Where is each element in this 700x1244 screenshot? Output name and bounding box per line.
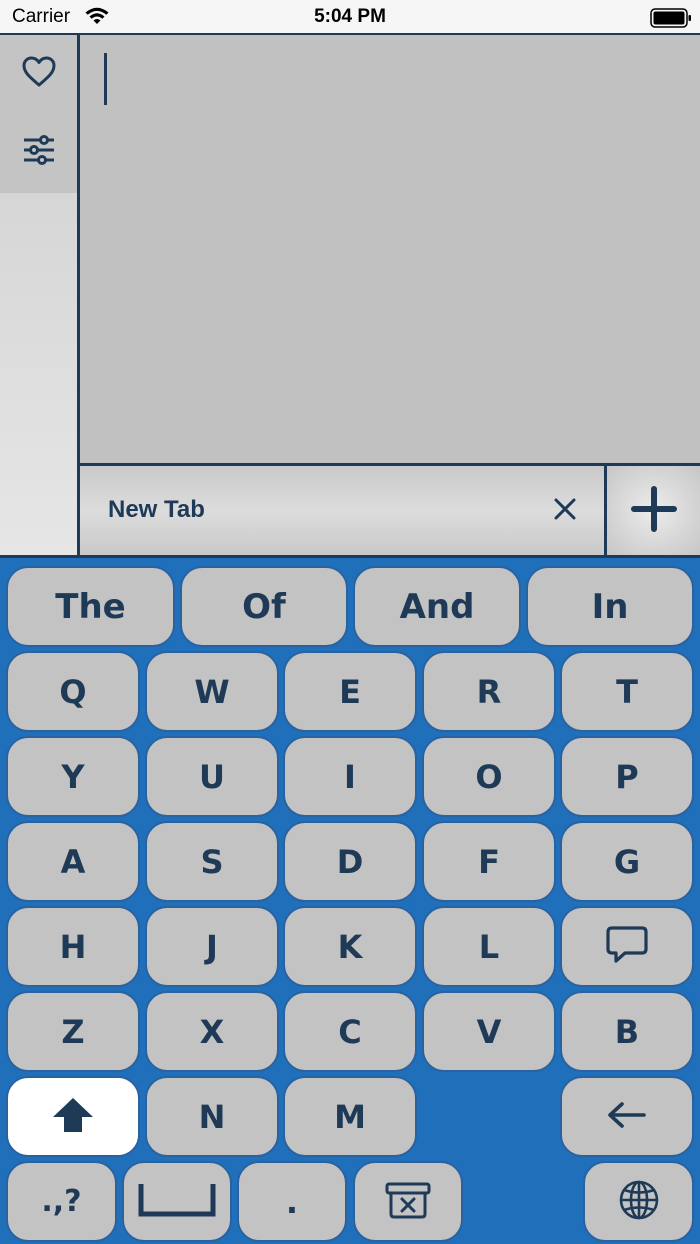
heart-icon <box>22 56 56 92</box>
status-bar: Carrier 5:04 PM <box>0 0 700 35</box>
key-r[interactable]: R <box>422 651 556 732</box>
sidebar <box>0 35 80 555</box>
key-i[interactable]: I <box>283 736 417 817</box>
key-l[interactable]: L <box>422 906 556 987</box>
key-y[interactable]: Y <box>6 736 140 817</box>
key-d[interactable]: D <box>283 821 417 902</box>
key-s[interactable]: S <box>145 821 279 902</box>
key-x[interactable]: X <box>145 991 279 1072</box>
globe-icon <box>618 1179 660 1225</box>
speak-button[interactable] <box>560 906 694 987</box>
key-n[interactable]: N <box>145 1076 279 1157</box>
key-e[interactable]: E <box>283 651 417 732</box>
key-v[interactable]: V <box>422 991 556 1072</box>
backspace-button[interactable] <box>560 1076 694 1157</box>
key-a[interactable]: A <box>6 821 140 902</box>
period-button[interactable]: . <box>237 1161 347 1242</box>
tab-label: New Tab <box>108 496 205 523</box>
space-bar-icon <box>138 1180 216 1224</box>
plus-icon <box>630 485 677 536</box>
clear-button[interactable] <box>353 1161 463 1242</box>
key-u[interactable]: U <box>145 736 279 817</box>
key-z[interactable]: Z <box>6 991 140 1072</box>
tab-new-tab[interactable]: New Tab <box>80 466 607 555</box>
key-k[interactable]: K <box>283 906 417 987</box>
clock-label: 5:04 PM <box>314 6 386 27</box>
key-q[interactable]: Q <box>6 651 140 732</box>
battery-icon <box>650 8 692 32</box>
suggestion-key[interactable]: The <box>6 566 175 647</box>
key-b[interactable]: B <box>560 991 694 1072</box>
clear-text-icon <box>384 1180 432 1224</box>
suggestion-key[interactable]: And <box>353 566 521 647</box>
punctuation-button[interactable]: .,? <box>6 1161 117 1242</box>
key-w[interactable]: W <box>145 651 279 732</box>
key-h[interactable]: H <box>6 906 140 987</box>
tab-bar: New Tab <box>80 463 700 555</box>
key-g[interactable]: G <box>560 821 694 902</box>
sidebar-actions <box>0 35 77 193</box>
key-o[interactable]: O <box>422 736 556 817</box>
key-c[interactable]: C <box>283 991 417 1072</box>
close-icon <box>554 498 576 524</box>
key-j[interactable]: J <box>145 906 279 987</box>
sliders-icon <box>22 134 56 170</box>
key-m[interactable]: M <box>283 1076 417 1157</box>
language-button[interactable] <box>583 1161 694 1242</box>
key-p[interactable]: P <box>560 736 694 817</box>
suggestion-key[interactable]: In <box>526 566 694 647</box>
speech-bubble-icon <box>605 925 649 969</box>
text-cursor <box>104 53 107 105</box>
add-tab-button[interactable] <box>607 466 700 555</box>
space-button[interactable] <box>122 1161 232 1242</box>
settings-button[interactable] <box>0 113 77 191</box>
shift-button[interactable] <box>6 1076 140 1157</box>
left-arrow-icon <box>607 1101 647 1133</box>
key-f[interactable]: F <box>422 821 556 902</box>
text-editor[interactable] <box>80 35 700 463</box>
favorites-button[interactable] <box>0 35 77 113</box>
shift-arrow-icon <box>51 1095 95 1139</box>
keyboard: The Of And In Q W E R T Y U I O P A S D … <box>0 555 700 1244</box>
suggestion-key[interactable]: Of <box>180 566 348 647</box>
close-tab-button[interactable] <box>550 496 580 526</box>
key-t[interactable]: T <box>560 651 694 732</box>
